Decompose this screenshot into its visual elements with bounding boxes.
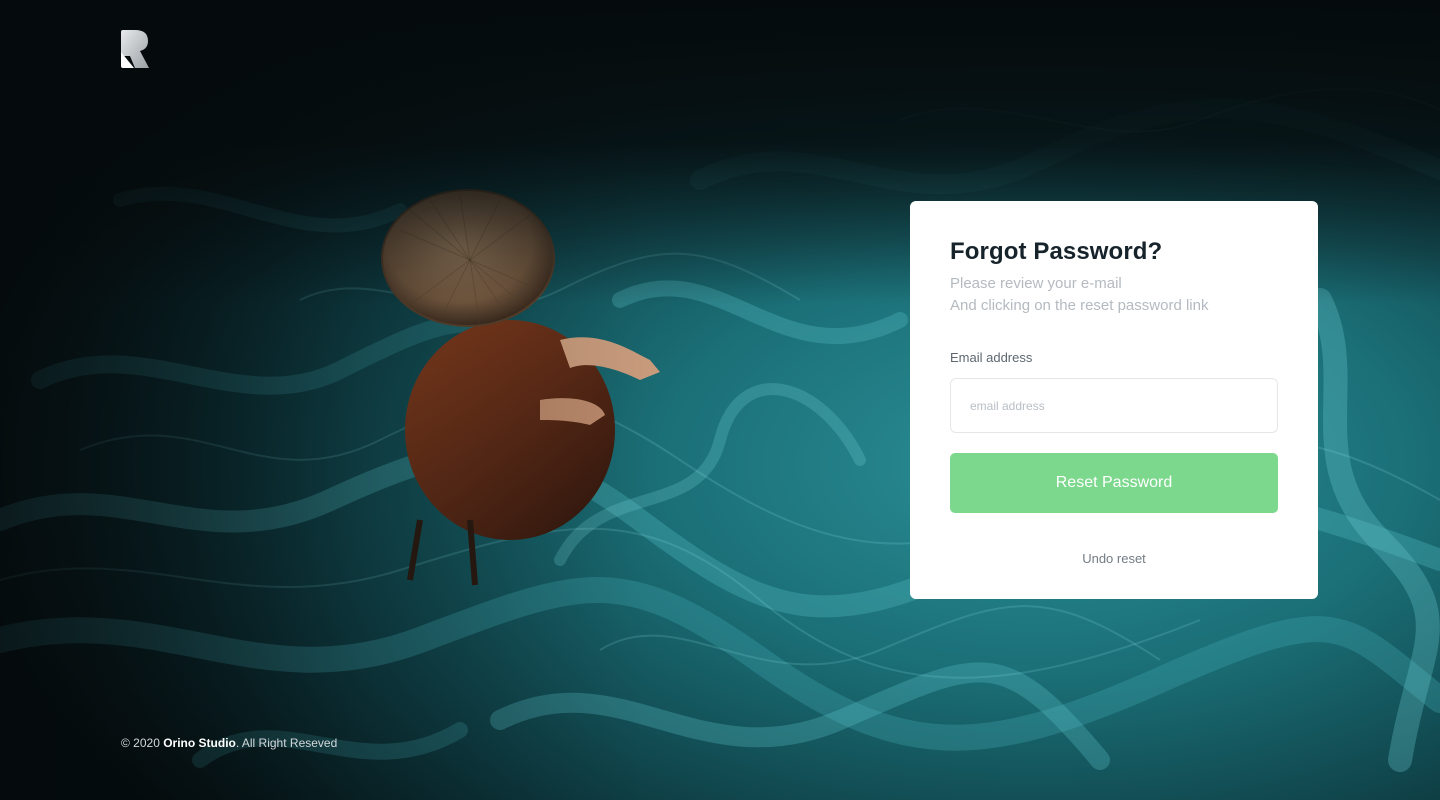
undo-reset-link[interactable]: Undo reset bbox=[950, 551, 1278, 566]
reset-password-button[interactable]: Reset Password bbox=[950, 453, 1278, 513]
forgot-password-card: Forgot Password? Please review your e-ma… bbox=[910, 201, 1318, 599]
copyright-suffix: . All Right Reseved bbox=[235, 736, 338, 750]
email-input[interactable] bbox=[950, 378, 1278, 433]
studio-link[interactable]: Orino Studio bbox=[163, 736, 236, 750]
login-page: Forgot Password? Please review your e-ma… bbox=[0, 0, 1440, 800]
footer-copyright: © 2020 Orino Studio. All Right Reseved bbox=[121, 735, 337, 751]
subtitle-line-2: And clicking on the reset password link bbox=[950, 297, 1209, 314]
card-subtitle: Please review your e-mail And clicking o… bbox=[950, 273, 1278, 317]
copyright-prefix: © 2020 bbox=[121, 736, 164, 750]
subtitle-line-1: Please review your e-mail bbox=[950, 275, 1122, 292]
r-logo-icon[interactable] bbox=[121, 30, 149, 68]
email-label: Email address bbox=[950, 350, 1033, 365]
card-title: Forgot Password? bbox=[950, 238, 1163, 265]
